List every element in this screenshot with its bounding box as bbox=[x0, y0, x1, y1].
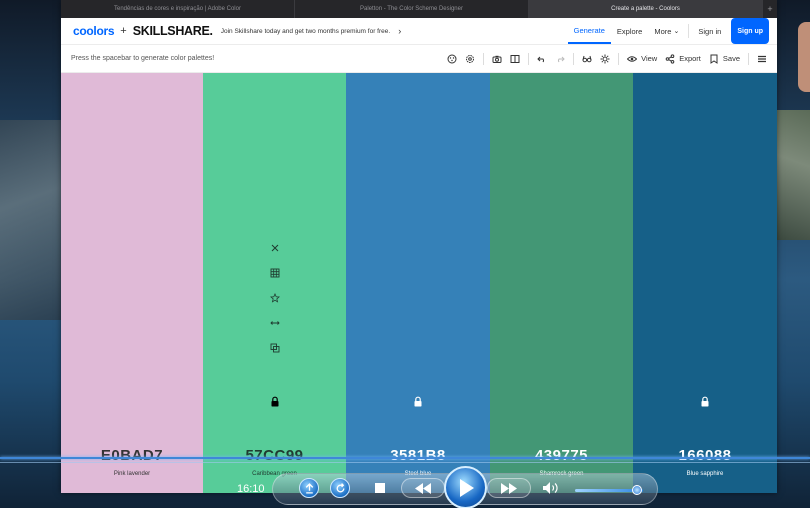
column-tools bbox=[203, 243, 346, 353]
nav-divider bbox=[688, 24, 690, 38]
color-column[interactable]: E0BAD7 Pink lavender bbox=[61, 73, 203, 493]
palette: E0BAD7 Pink lavender 57CC99 Caribbean gr… bbox=[61, 73, 777, 493]
grid-icon[interactable] bbox=[270, 268, 280, 278]
settings-icon[interactable] bbox=[465, 54, 475, 64]
sign-up-button[interactable]: Sign up bbox=[731, 18, 769, 44]
chevron-right-icon[interactable]: › bbox=[398, 26, 401, 36]
header-nav: Generate Explore More ⌄ Sign in Sign up bbox=[567, 18, 769, 44]
close-icon[interactable] bbox=[270, 243, 280, 253]
save-button[interactable]: Save bbox=[709, 54, 740, 64]
tab-label: Tendências de cores e inspiração | Adobe… bbox=[114, 6, 241, 12]
star-icon[interactable] bbox=[269, 293, 280, 303]
toolbar-divider bbox=[528, 52, 530, 65]
nav-more[interactable]: More ⌄ bbox=[648, 18, 685, 44]
seek-bar[interactable] bbox=[0, 457, 810, 459]
lock-icon[interactable] bbox=[270, 396, 280, 407]
undo-icon[interactable] bbox=[537, 54, 547, 64]
toolbar-actions: View Export Save bbox=[447, 52, 767, 65]
toolbar-divider bbox=[618, 52, 620, 65]
color-column[interactable]: 439775 Shamrock green bbox=[490, 73, 633, 493]
logo-plus: + bbox=[120, 25, 127, 37]
lock-icon[interactable] bbox=[413, 396, 423, 407]
color-column[interactable]: 3581B8 Steel blue bbox=[346, 73, 490, 493]
seek-bar-track bbox=[0, 462, 810, 463]
color-column[interactable]: 166088 Blue sapphire bbox=[633, 73, 777, 493]
spacebar-hint: Press the spacebar to generate color pal… bbox=[71, 55, 215, 62]
glasses-icon[interactable] bbox=[582, 54, 592, 64]
playback-time: 16:10 bbox=[237, 483, 265, 495]
tab-label: Create a palette - Coolors bbox=[611, 6, 680, 12]
eye-icon bbox=[627, 54, 638, 64]
skillshare-logo[interactable]: SKILLSHARE. bbox=[133, 24, 213, 38]
palette-toolbar: Press the spacebar to generate color pal… bbox=[61, 45, 777, 73]
bookmark-icon bbox=[709, 54, 719, 64]
tab-adobe-color[interactable]: Tendências de cores e inspiração | Adobe… bbox=[61, 0, 295, 18]
sign-in-link[interactable]: Sign in bbox=[692, 18, 727, 44]
palette-icon[interactable] bbox=[447, 54, 457, 64]
tab-label: Paletton - The Color Scheme Designer bbox=[360, 6, 463, 12]
shuffle-icon[interactable] bbox=[330, 478, 350, 498]
drag-arrows-icon[interactable] bbox=[269, 318, 280, 328]
desktop-cliff-right bbox=[776, 110, 810, 240]
camera-icon[interactable] bbox=[492, 54, 502, 64]
desktop-cliff-left bbox=[0, 120, 64, 320]
share-icon bbox=[665, 53, 675, 64]
tab-coolors[interactable]: Create a palette - Coolors bbox=[529, 0, 763, 18]
nav-generate[interactable]: Generate bbox=[567, 18, 611, 44]
site-header: coolors + SKILLSHARE. Join Skillshare to… bbox=[61, 18, 777, 45]
nav-explore[interactable]: Explore bbox=[611, 18, 648, 44]
lock-icon[interactable] bbox=[700, 396, 710, 407]
tab-bar: Tendências de cores e inspiração | Adobe… bbox=[61, 0, 777, 18]
toolbar-divider bbox=[483, 52, 485, 65]
export-button[interactable]: Export bbox=[665, 53, 701, 64]
fast-forward-icon[interactable] bbox=[487, 478, 531, 498]
promo-text[interactable]: Join Skillshare today and get two months… bbox=[221, 28, 390, 35]
stop-icon[interactable] bbox=[373, 481, 387, 495]
color-column[interactable]: 57CC99 Caribbean green bbox=[203, 73, 346, 493]
chevron-down-icon: ⌄ bbox=[673, 28, 680, 35]
view-label: View bbox=[641, 54, 658, 63]
coolors-logo[interactable]: coolors bbox=[73, 24, 115, 38]
brightness-icon[interactable] bbox=[600, 54, 610, 64]
tab-paletton[interactable]: Paletton - The Color Scheme Designer bbox=[295, 0, 529, 18]
view-button[interactable]: View bbox=[627, 54, 657, 64]
rewind-icon[interactable] bbox=[401, 478, 445, 498]
play-button[interactable] bbox=[444, 466, 487, 508]
redo-icon[interactable] bbox=[555, 54, 565, 64]
hamburger-menu-icon[interactable] bbox=[757, 54, 767, 64]
copy-icon[interactable] bbox=[270, 343, 280, 353]
repeat-icon[interactable] bbox=[299, 478, 319, 498]
export-label: Export bbox=[679, 54, 701, 63]
nav-more-label: More bbox=[654, 26, 672, 36]
browser-window: Tendências de cores e inspiração | Adobe… bbox=[61, 0, 777, 493]
plus-icon[interactable]: + bbox=[763, 0, 777, 18]
layout-icon[interactable] bbox=[510, 54, 520, 64]
toolbar-divider bbox=[748, 52, 749, 65]
volume-icon[interactable] bbox=[541, 479, 561, 497]
volume-slider-handle[interactable] bbox=[632, 485, 642, 495]
webcam-person bbox=[798, 22, 810, 92]
save-label: Save bbox=[722, 54, 740, 63]
toolbar-divider bbox=[573, 52, 575, 65]
